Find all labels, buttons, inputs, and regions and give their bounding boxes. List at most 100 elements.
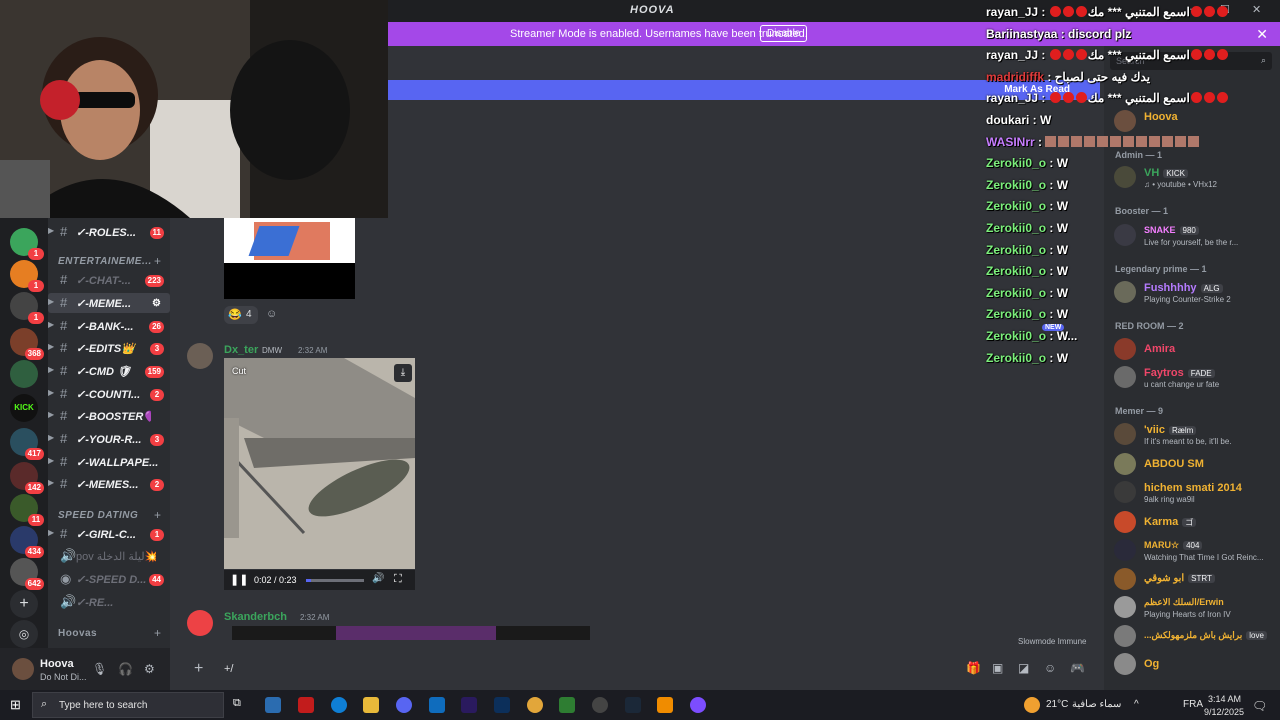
image-attachment[interactable] <box>232 626 590 640</box>
member-item[interactable]: السلك الاعظم/Erwin Playing Hearts of Iron… <box>1114 594 1280 622</box>
channel-settings-icon[interactable]: ⚙ <box>149 298 164 310</box>
voice-channel-item[interactable]: 🔊 pov ليلة الدخلة💥 <box>48 546 170 566</box>
upload-plus-icon[interactable]: + <box>194 660 203 678</box>
microphone-icon[interactable]: 🎙 <box>92 662 107 676</box>
windows-start-icon[interactable]: ⊞ <box>10 697 21 713</box>
disable-streamer-button[interactable]: Disable <box>760 25 808 42</box>
gift-icon[interactable]: 🎁 <box>966 661 981 675</box>
channel-item[interactable]: ▶ # ✓-BOOSTER💜 <box>48 406 170 426</box>
add-channel-icon[interactable]: + <box>154 626 161 640</box>
app-icon[interactable] <box>559 697 575 713</box>
channel-item-active[interactable]: ▶ # ✓-MEME... ⚙ <box>48 293 170 313</box>
message-author[interactable]: Dx_ter <box>224 344 258 356</box>
adobe-icon[interactable] <box>298 697 314 713</box>
channel-item[interactable]: ▶ # ✓-WALLPAPE... <box>48 452 170 472</box>
member-item[interactable]: ABDOU SM <box>1114 451 1280 479</box>
notification-icon[interactable]: 🗨 <box>1252 699 1267 713</box>
chrome-icon[interactable] <box>527 697 543 713</box>
premiere-icon[interactable] <box>461 697 477 713</box>
store-icon[interactable] <box>265 697 281 713</box>
fullscreen-icon[interactable]: ⛶ <box>394 573 402 586</box>
add-reaction-icon[interactable]: ☺ <box>266 308 277 320</box>
image-attachment[interactable] <box>224 218 355 299</box>
channel-item[interactable]: ▶ # ✓-EDITS👑 3 <box>48 338 170 358</box>
message-avatar[interactable] <box>187 610 213 636</box>
channel-item[interactable]: ▶ # ✓-COUNTI... 2 <box>48 384 170 404</box>
channel-item[interactable]: ▶ # ✓-YOUR-R... 3 <box>48 429 170 449</box>
apps-icon[interactable]: 🎮 <box>1070 661 1085 675</box>
server-icon[interactable] <box>10 360 38 388</box>
obs-icon[interactable] <box>592 697 608 713</box>
video-attachment[interactable]: Cut ⤓ <box>224 358 415 569</box>
overlay-separator: : <box>1046 350 1057 365</box>
server-icon[interactable]: 368 <box>10 328 44 360</box>
close-window-icon[interactable]: ✕ <box>1252 3 1261 16</box>
member-item[interactable]: 'viic Rælm If it's meant to be, it'll be. <box>1114 421 1280 449</box>
message-author[interactable]: Skanderbch <box>224 611 287 623</box>
channel-item[interactable]: ▶ # ✓-GIRL-C... 1 <box>48 524 170 544</box>
server-icon[interactable]: 417 <box>10 428 44 460</box>
member-item[interactable]: Karma ゴ <box>1114 509 1280 537</box>
stage-channel-item[interactable]: ◉ ✓-SPEED D... 44 <box>48 569 170 589</box>
clock-time[interactable]: 3:14 AM <box>1208 694 1241 704</box>
category-entertainment[interactable]: ENTERTAINEME... <box>58 256 152 267</box>
server-icon[interactable]: 434 <box>10 526 44 558</box>
file-explorer-icon[interactable] <box>363 697 379 713</box>
channel-item[interactable]: # ✓-CHAT-... 223 <box>48 270 170 290</box>
reaction-pill[interactable]: 😂 4 <box>224 306 258 324</box>
sticker-icon[interactable]: ◪ <box>1018 661 1029 675</box>
category-hoovas[interactable]: Hoovas <box>58 628 97 639</box>
voice-channel-item[interactable]: 🔊 ✓-RE... <box>48 592 170 612</box>
member-item[interactable]: MARU☆ 404 Watching That Time I Got Reinc..… <box>1114 537 1280 565</box>
channel-item[interactable]: ▶ # ✓-ROLES... 11 <box>48 222 170 242</box>
kick-server-icon[interactable]: KICK <box>10 394 38 422</box>
member-item[interactable]: Og <box>1114 651 1280 679</box>
hash-icon: # <box>60 386 68 401</box>
channel-item[interactable]: ▶ # ✓-BANK-... 26 <box>48 316 170 336</box>
emote-icon <box>1058 135 1070 147</box>
channel-item[interactable]: ▶ # ✓-MEMES... 2 <box>48 474 170 494</box>
discover-icon[interactable]: ◎ <box>10 620 38 648</box>
download-icon[interactable]: ⤓ <box>394 364 412 382</box>
volume-icon[interactable]: 🔊 <box>372 573 384 584</box>
steam-icon[interactable] <box>625 697 641 713</box>
taskbar-search[interactable]: ⌕ Type here to search <box>32 692 224 718</box>
channel-item[interactable]: ▶ # ✓-CMD 🛡 159 <box>48 361 170 381</box>
add-channel-icon[interactable]: + <box>154 508 161 522</box>
settings-icon[interactable]: ⚙ <box>144 662 155 676</box>
photoshop-icon[interactable] <box>494 697 510 713</box>
server-icon[interactable]: 1 <box>10 292 44 324</box>
add-channel-icon[interactable]: + <box>154 254 161 268</box>
server-icon[interactable]: 642 <box>10 558 44 590</box>
weather-text[interactable]: سماء صافية <box>1072 699 1121 710</box>
headphones-icon[interactable]: 🎧 <box>118 662 133 676</box>
tray-chevron-icon[interactable]: ^ <box>1134 699 1139 710</box>
emoji-icon[interactable]: ☺ <box>1044 661 1056 675</box>
edge-icon[interactable] <box>331 697 347 713</box>
message-composer[interactable]: + +/ 🎁 ▣ ◪ ☺ 🎮 <box>186 655 1096 683</box>
weather-temp[interactable]: 21°C <box>1046 699 1068 710</box>
composer-text[interactable]: +/ <box>224 663 233 675</box>
server-icon[interactable]: 1 <box>10 228 44 260</box>
discord-taskbar-icon[interactable] <box>396 697 412 713</box>
outlook-icon[interactable] <box>429 697 445 713</box>
member-item[interactable]: hichem smati 2014 9alk ring wa9il <box>1114 479 1280 507</box>
clock-date[interactable]: 9/12/2025 <box>1204 707 1244 717</box>
member-item[interactable]: ...برايش باش ملزمهولكش love <box>1114 623 1280 651</box>
task-view-icon[interactable]: ⧉ <box>233 697 249 713</box>
add-server-icon[interactable]: + <box>10 590 38 618</box>
app-icon[interactable] <box>690 697 706 713</box>
server-icon[interactable]: 142 <box>10 462 44 494</box>
server-icon[interactable]: 1 <box>10 260 44 292</box>
pause-icon[interactable]: ❚❚ <box>230 573 248 586</box>
category-speed-dating[interactable]: SPEED DATING <box>58 510 138 521</box>
gif-icon[interactable]: ▣ <box>992 661 1003 675</box>
message-avatar[interactable] <box>187 343 213 369</box>
user-avatar[interactable] <box>12 658 34 680</box>
app-icon[interactable] <box>657 697 673 713</box>
language-indicator[interactable]: FRA <box>1183 699 1203 710</box>
close-banner-icon[interactable]: ✕ <box>1256 26 1268 43</box>
server-icon[interactable]: 11 <box>10 494 44 526</box>
video-seek-bar[interactable] <box>306 579 364 582</box>
member-item[interactable]: ابو شوقي STRT <box>1114 566 1280 594</box>
